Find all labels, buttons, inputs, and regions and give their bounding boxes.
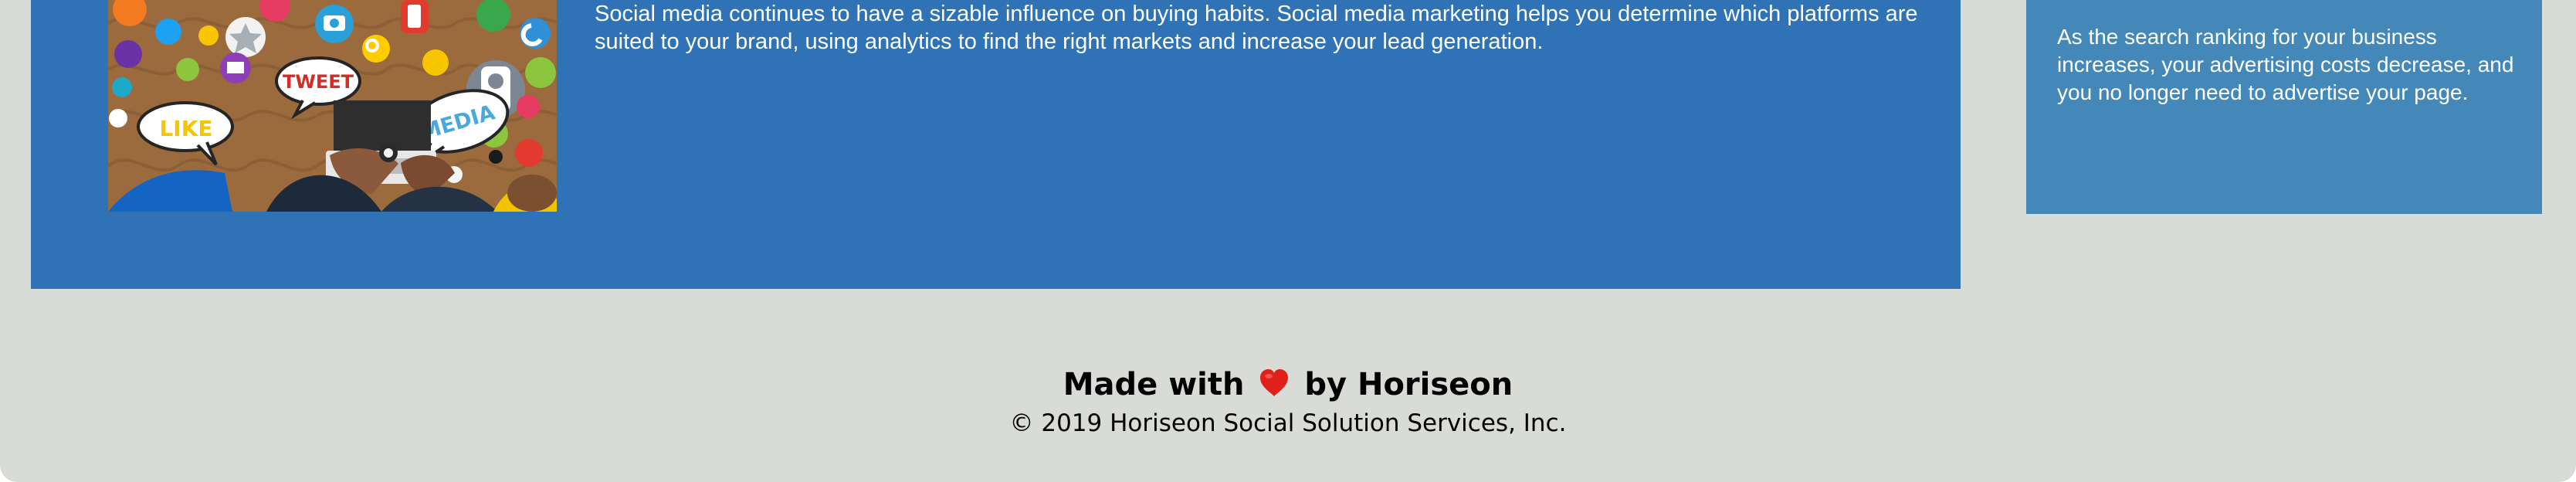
footer-credit-suffix: by Horiseon xyxy=(1304,367,1513,402)
page-background: TWEET LIKE MEDIA Social media continues … xyxy=(0,0,2576,482)
social-media-illustration: TWEET LIKE MEDIA xyxy=(108,0,557,212)
footer-credit: Made with by Horiseon xyxy=(0,363,2576,406)
heart-icon xyxy=(1260,369,1289,396)
copyright-text: © 2019 Horiseon Social Solution Services… xyxy=(1009,409,1567,437)
social-media-marketing-image: TWEET LIKE MEDIA xyxy=(108,0,557,212)
tweet-label: TWEET xyxy=(283,71,354,93)
cost-management-description: As the search ranking for your business … xyxy=(2057,25,2514,104)
social-media-marketing-section: TWEET LIKE MEDIA Social media continues … xyxy=(31,0,1961,289)
social-media-marketing-description: Social media continues to have a sizable… xyxy=(595,2,1918,54)
cost-management-benefit-card: As the search ranking for your business … xyxy=(2026,0,2542,214)
like-label: LIKE xyxy=(159,116,212,141)
site-footer: Made with by Horiseon © 2019 Horiseon So… xyxy=(0,363,2576,440)
footer-credit-prefix: Made with xyxy=(1063,367,1245,402)
